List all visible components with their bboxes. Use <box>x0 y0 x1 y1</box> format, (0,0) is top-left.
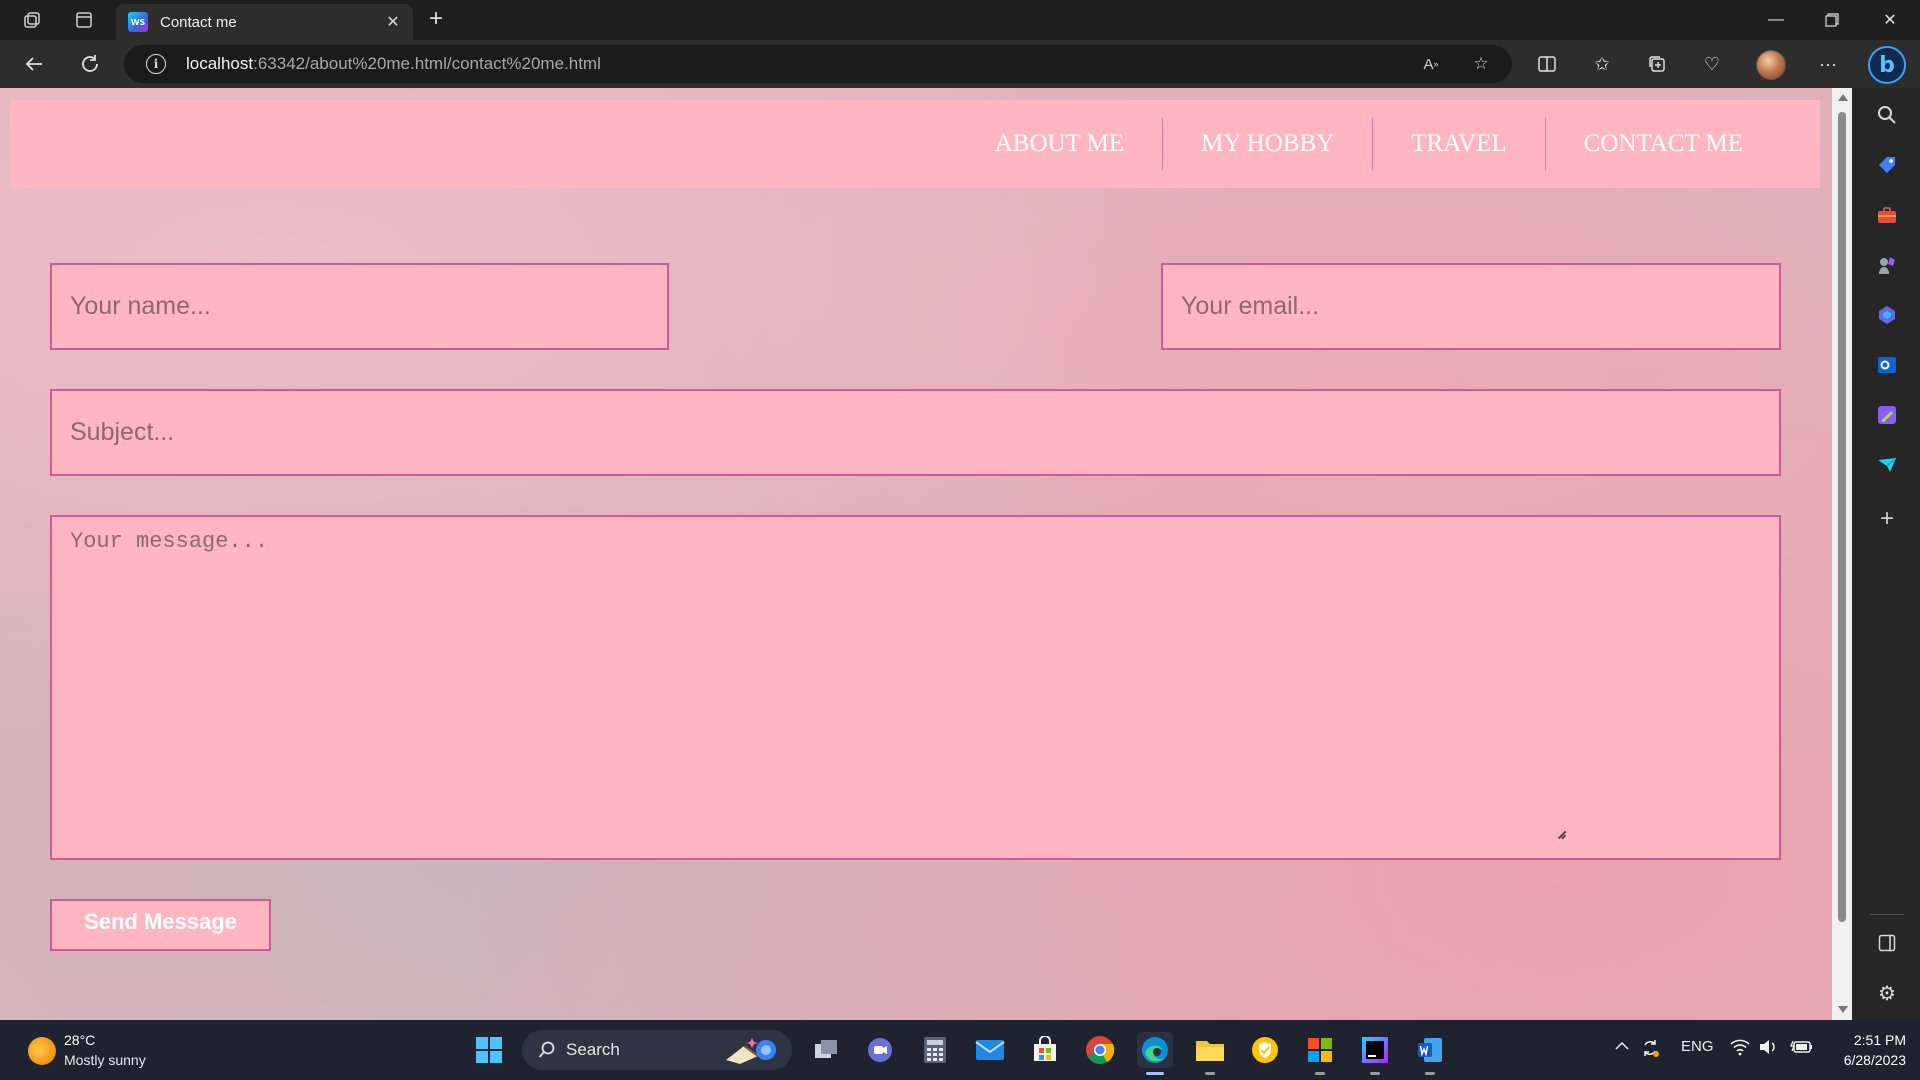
scroll-down-arrow-icon[interactable] <box>1838 1006 1848 1013</box>
weather-description[interactable]: Mostly sunny <box>64 1052 146 1068</box>
teams-chat-icon[interactable] <box>862 1032 898 1068</box>
file-explorer-icon[interactable] <box>1192 1032 1228 1075</box>
favorite-star-icon[interactable]: ☆ <box>1470 53 1492 75</box>
bing-copilot-icon[interactable]: b <box>1868 46 1906 84</box>
windows-taskbar: 28°C Mostly sunny Search ENG 2:51 PM 6/2… <box>0 1020 1920 1080</box>
chrome-icon[interactable] <box>1082 1032 1118 1068</box>
hide-sidebar-icon[interactable] <box>1874 930 1900 956</box>
wifi-icon[interactable] <box>1730 1038 1750 1060</box>
start-windows-icon[interactable] <box>471 1032 507 1068</box>
active-app-indicator <box>1146 1072 1164 1075</box>
close-window-icon[interactable]: ✕ <box>1862 4 1918 36</box>
input-language[interactable]: ENG <box>1681 1038 1714 1055</box>
collections-icon[interactable] <box>1645 52 1669 76</box>
nav-contact-me[interactable]: CONTACT ME <box>1544 118 1781 170</box>
url-host: localhost <box>186 54 254 73</box>
sidebar-divider <box>1870 914 1904 915</box>
nav-about-me[interactable]: ABOUT ME <box>957 118 1162 170</box>
calculator-icon[interactable] <box>917 1032 953 1068</box>
page-content: ABOUT ME MY HOBBY TRAVEL CONTACT ME Send… <box>0 88 1832 1020</box>
webstorm-favicon-icon: WS <box>128 12 148 32</box>
clock-time: 2:51 PM <box>1853 1032 1906 1048</box>
name-field <box>50 263 669 350</box>
word-icon[interactable] <box>1412 1032 1448 1075</box>
scroll-up-arrow-icon[interactable] <box>1838 94 1848 101</box>
drop-icon[interactable] <box>1874 452 1900 478</box>
email-input[interactable] <box>1163 265 1779 348</box>
message-textarea[interactable] <box>52 517 1779 858</box>
outlook-icon[interactable] <box>1874 352 1900 378</box>
norton-shield-icon[interactable] <box>1247 1032 1283 1068</box>
split-screen-icon[interactable] <box>1535 52 1559 76</box>
nav-travel[interactable]: TRAVEL <box>1372 118 1544 170</box>
new-tab-icon[interactable]: + <box>424 7 448 32</box>
textarea-resize-handle[interactable] <box>1555 828 1567 840</box>
refresh-icon[interactable] <box>76 50 104 78</box>
favorites-icon[interactable]: ✩ <box>1590 52 1614 76</box>
volume-icon[interactable] <box>1758 1038 1778 1060</box>
email-field <box>1161 263 1781 350</box>
tab-actions-icon[interactable] <box>72 8 96 32</box>
microsoft-365-icon[interactable] <box>1874 302 1900 328</box>
add-sidebar-app-icon[interactable]: + <box>1874 505 1900 532</box>
address-bar[interactable]: i localhost:63342/about%20me.html/contac… <box>124 45 1512 83</box>
url-path: :63342/about%20me.html/contact%20me.html <box>253 54 601 73</box>
running-app-indicator <box>1370 1072 1380 1075</box>
site-info-icon[interactable]: i <box>146 54 166 74</box>
mail-icon[interactable] <box>972 1032 1008 1068</box>
message-field <box>50 515 1781 860</box>
running-app-indicator <box>1425 1072 1435 1075</box>
weather-temperature[interactable]: 28°C <box>64 1032 95 1048</box>
browser-tab-bar: WS Contact me ✕ + — ✕ <box>0 0 1920 40</box>
search-icon[interactable] <box>1874 102 1900 128</box>
close-tab-icon[interactable]: ✕ <box>381 10 405 34</box>
tab-title: Contact me <box>160 13 237 31</box>
nav-links: ABOUT ME MY HOBBY TRAVEL CONTACT ME <box>957 118 1781 170</box>
subject-field <box>50 389 1781 476</box>
designer-icon[interactable] <box>1874 402 1900 428</box>
url-text[interactable]: localhost:63342/about%20me.html/contact%… <box>186 54 601 74</box>
site-navbar: ABOUT ME MY HOBBY TRAVEL CONTACT ME <box>10 100 1820 188</box>
office-apps-icon[interactable] <box>1302 1032 1338 1075</box>
edge-sidebar: + ⚙ <box>1852 88 1920 1020</box>
tools-briefcase-icon[interactable] <box>1874 202 1900 228</box>
edge-browser-icon[interactable] <box>1137 1032 1173 1075</box>
workspaces-icon[interactable] <box>20 8 44 32</box>
games-icon[interactable] <box>1874 252 1900 278</box>
webstorm-icon[interactable] <box>1357 1032 1393 1075</box>
page-scrollbar[interactable] <box>1832 88 1852 1020</box>
sync-update-icon[interactable] <box>1640 1038 1660 1062</box>
running-app-indicator <box>1315 1072 1325 1075</box>
weather-sun-icon[interactable] <box>28 1037 56 1065</box>
taskbar-clock[interactable]: 2:51 PM 6/28/2023 <box>1844 1030 1906 1070</box>
clock-date: 6/28/2023 <box>1843 1052 1906 1068</box>
show-hidden-icons-chevron-icon[interactable] <box>1614 1038 1630 1058</box>
scrollbar-thumb[interactable] <box>1838 112 1846 922</box>
more-options-icon[interactable]: ··· <box>1816 52 1840 76</box>
name-input[interactable] <box>52 265 667 348</box>
microsoft-store-icon[interactable] <box>1027 1032 1063 1068</box>
taskbar-search-box[interactable]: Search <box>522 1030 792 1070</box>
read-aloud-icon[interactable]: A» <box>1420 53 1442 75</box>
browser-essentials-icon[interactable]: ♡ <box>1700 52 1724 76</box>
battery-icon[interactable] <box>1790 1038 1814 1060</box>
search-icon <box>536 1039 558 1061</box>
browser-toolbar: i localhost:63342/about%20me.html/contac… <box>0 40 1920 88</box>
back-arrow-icon[interactable] <box>20 50 48 78</box>
nav-my-hobby[interactable]: MY HOBBY <box>1162 118 1372 170</box>
settings-gear-icon[interactable]: ⚙ <box>1874 980 1900 1006</box>
send-message-button[interactable]: Send Message <box>50 899 271 951</box>
restore-icon[interactable] <box>1804 4 1860 36</box>
shopping-tag-icon[interactable] <box>1874 152 1900 178</box>
profile-avatar[interactable] <box>1756 50 1786 80</box>
tab-contact-me[interactable]: WS Contact me ✕ <box>116 4 413 40</box>
running-app-indicator <box>1205 1072 1215 1075</box>
task-view-icon[interactable] <box>808 1032 844 1068</box>
search-highlight-illustration-icon <box>722 1034 782 1066</box>
minimize-icon[interactable]: — <box>1748 4 1804 36</box>
subject-input[interactable] <box>52 391 1779 474</box>
taskbar-search-label: Search <box>566 1040 620 1059</box>
